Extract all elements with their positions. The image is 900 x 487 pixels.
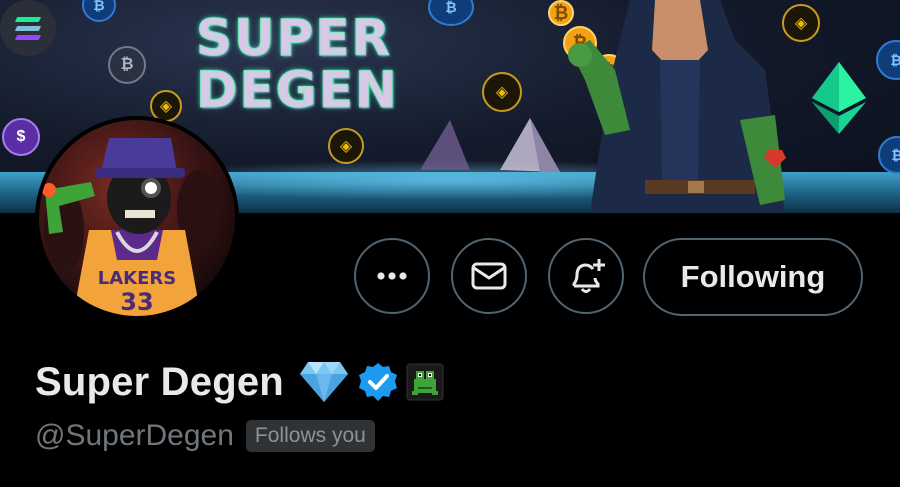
bitcoin-coin-icon: ₿ (82, 0, 116, 22)
banner-character (568, 0, 786, 213)
user-handle: @SuperDegen (35, 419, 234, 452)
bnb-coin-icon: ◈ (328, 128, 364, 164)
profile-avatar[interactable]: LAKERS 33 (35, 116, 239, 320)
bitcoin-coin-icon: ₿ (878, 136, 900, 174)
solana-logo-icon (0, 0, 56, 56)
verified-badge-icon (358, 363, 397, 401)
avatar-image: LAKERS 33 (39, 120, 235, 316)
purple-coin-icon: $ (2, 118, 40, 156)
notifications-button[interactable] (548, 238, 624, 314)
display-name-row: Super Degen (35, 356, 444, 408)
handle-row: @SuperDegen Follows you (35, 418, 375, 454)
bnb-coin-icon: ◈ (482, 72, 522, 112)
frog-emoji-icon (406, 363, 444, 401)
bitcoin-coin-icon: ₿ (108, 46, 146, 84)
bitcoin-coin-icon: ₿ (876, 40, 900, 80)
svg-text:LAKERS: LAKERS (98, 268, 176, 289)
follows-you-badge: Follows you (245, 420, 375, 452)
svg-text:33: 33 (120, 288, 153, 316)
profile-page: ₿ ₿ $ ◈ ◈ ◈ ◈ ₿ ₿ ₿ ₿ ₿ ₿ SUPER DEGEN (0, 0, 900, 487)
more-button[interactable] (354, 238, 430, 314)
envelope-icon (471, 262, 507, 290)
more-dots-icon (377, 272, 407, 280)
ethereum-diamond-icon (812, 62, 866, 134)
display-name: Super Degen (35, 359, 284, 404)
diamond-emoji-icon (299, 362, 348, 402)
following-button[interactable]: Following (643, 238, 863, 316)
message-button[interactable] (451, 238, 527, 314)
bell-plus-icon (572, 259, 605, 293)
banner-title: SUPER DEGEN (196, 9, 399, 119)
